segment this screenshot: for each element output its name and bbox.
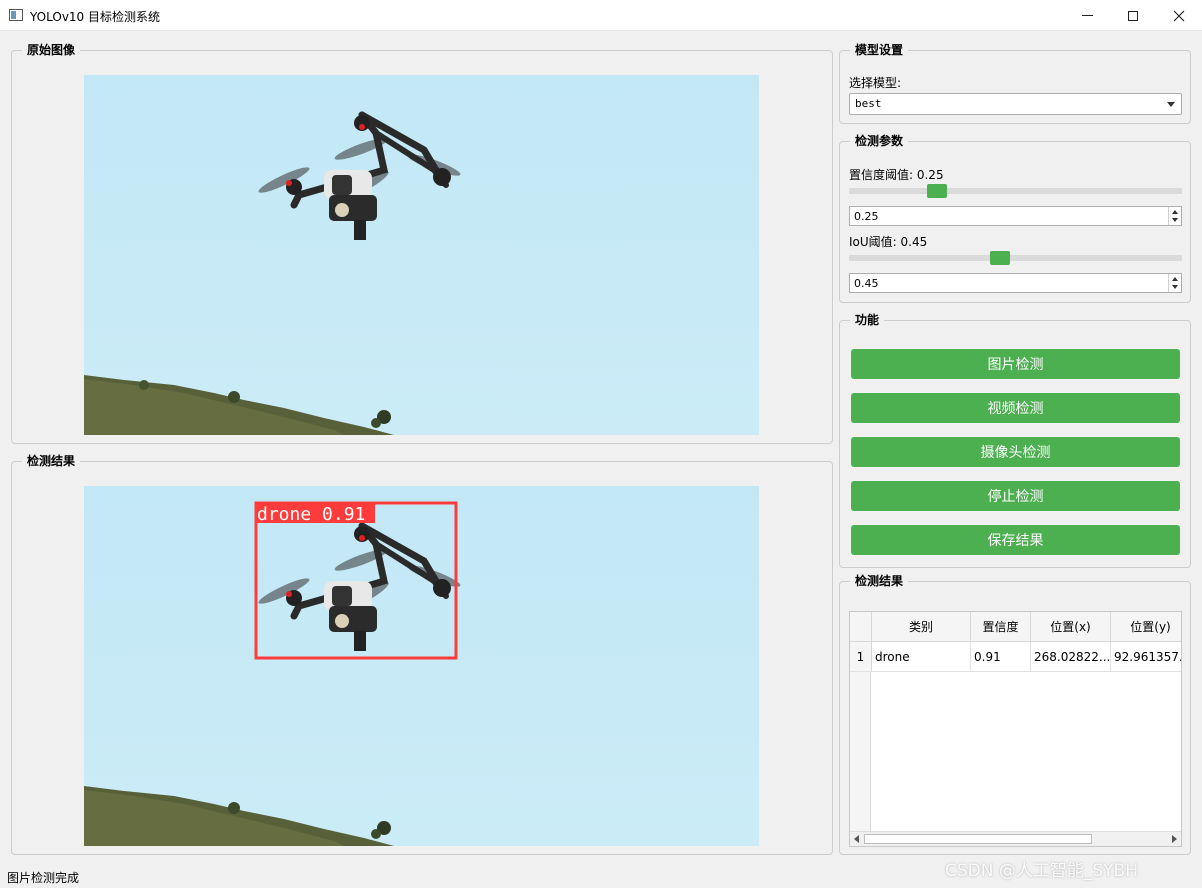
save-results-button[interactable]: 保存结果: [851, 525, 1180, 555]
column-header-confidence[interactable]: 置信度: [971, 612, 1031, 642]
model-settings-title: 模型设置: [850, 42, 909, 58]
column-header-x[interactable]: 位置(x): [1031, 612, 1111, 642]
camera-detect-button[interactable]: 摄像头检测: [851, 437, 1180, 467]
iou-spinbox[interactable]: 0.45: [849, 273, 1182, 293]
close-icon: [1173, 10, 1185, 21]
close-button[interactable]: [1156, 0, 1202, 31]
status-message: 图片检测完成: [7, 871, 80, 885]
results-table[interactable]: 类别 置信度 位置(x) 位置(y) 1 drone 0.91 268.0282…: [849, 611, 1182, 847]
horizontal-scrollbar[interactable]: [850, 831, 1181, 846]
conf-slider[interactable]: [849, 188, 1182, 194]
original-image: [84, 75, 759, 435]
cell-y[interactable]: 92.961357...: [1111, 642, 1181, 672]
row-header-area: [850, 672, 871, 832]
spin-up-icon[interactable]: [1172, 210, 1178, 214]
spin-down-icon[interactable]: [1172, 218, 1178, 222]
select-model-label: 选择模型:: [849, 76, 902, 90]
detect-params-title: 检测参数: [850, 133, 909, 149]
functions-title: 功能: [850, 312, 885, 328]
spin-up-icon[interactable]: [1172, 277, 1178, 281]
chevron-down-icon: [1167, 102, 1175, 107]
iou-threshold-label: IoU阈值: 0.45: [849, 235, 928, 249]
row-number[interactable]: 1: [850, 642, 872, 672]
column-header-y[interactable]: 位置(y): [1111, 612, 1181, 642]
scroll-right-icon[interactable]: [1172, 835, 1177, 843]
column-header-class[interactable]: 类别: [872, 612, 971, 642]
iou-spinbox-value: 0.45: [854, 277, 879, 290]
image-detect-button[interactable]: 图片检测: [851, 349, 1180, 379]
scroll-left-icon[interactable]: [854, 835, 859, 843]
watermark: CSDN @人工智能_SYBH: [945, 861, 1138, 881]
stop-detect-button[interactable]: 停止检测: [851, 481, 1180, 511]
iou-slider-handle[interactable]: [990, 251, 1010, 265]
conf-threshold-label: 置信度阈值: 0.25: [849, 168, 944, 182]
original-image-title: 原始图像: [22, 42, 81, 58]
spin-down-icon[interactable]: [1172, 285, 1178, 289]
video-detect-button[interactable]: 视频检测: [851, 393, 1180, 423]
detection-result-title: 检测结果: [22, 453, 81, 469]
title-bar: YOLOv10 目标检测系统: [0, 0, 1202, 31]
app-icon: [9, 9, 23, 21]
conf-spinbox-value: 0.25: [854, 210, 879, 223]
model-select[interactable]: best: [849, 93, 1182, 115]
window-title: YOLOv10 目标检测系统: [30, 10, 161, 24]
conf-slider-handle[interactable]: [927, 184, 947, 198]
table-corner[interactable]: [850, 612, 872, 642]
maximize-icon: [1128, 10, 1138, 21]
iou-slider[interactable]: [849, 255, 1182, 261]
maximize-button[interactable]: [1110, 0, 1156, 31]
result-image: drone 0.91: [84, 486, 759, 846]
model-select-value: best: [855, 97, 882, 110]
cell-x[interactable]: 268.02822...: [1031, 642, 1111, 672]
minimize-icon: [1081, 15, 1093, 16]
detection-label: drone 0.91: [257, 504, 365, 525]
conf-spinbox[interactable]: 0.25: [849, 206, 1182, 226]
minimize-button[interactable]: [1064, 0, 1110, 31]
results-table-title: 检测结果: [850, 573, 909, 589]
scrollbar-thumb[interactable]: [864, 834, 1092, 844]
cell-class[interactable]: drone: [872, 642, 971, 672]
cell-confidence[interactable]: 0.91: [971, 642, 1031, 672]
